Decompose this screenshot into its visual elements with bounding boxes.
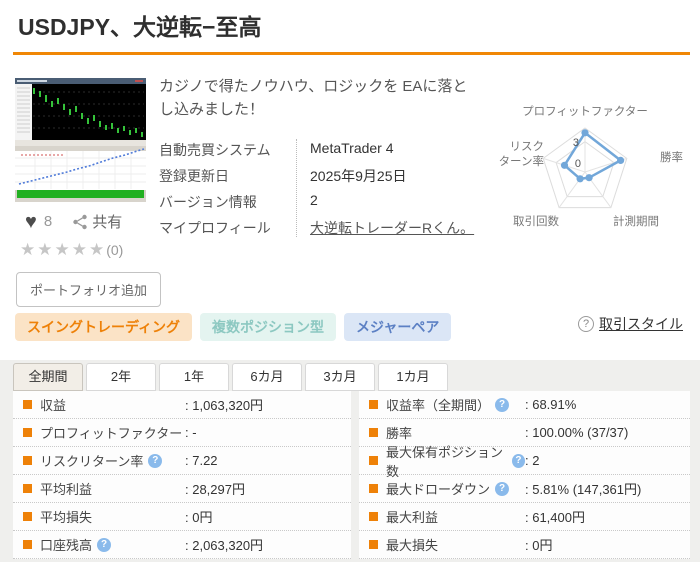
period-tabs: 全期間 2年 1年 6カ月 3カ月 1カ月 (13, 363, 451, 391)
tab-1year[interactable]: 1年 (159, 363, 229, 391)
stats-column-left: 収益 : 1,063,320円 プロフィットファクター : - リスクリターン率… (13, 391, 351, 559)
radar-scale-grid-label: 3 (573, 137, 579, 149)
stats-column-right: 収益率（全期間） ? : 68.91% 勝率 : 100.00% (37/37)… (359, 391, 690, 559)
rating-row: ★★★★★ (0) (20, 240, 123, 260)
tab-3months[interactable]: 3カ月 (305, 363, 375, 391)
tab-1month[interactable]: 1カ月 (378, 363, 448, 391)
bullet-icon (369, 400, 378, 409)
detail-row: 登録更新日 2025年9月25日 (159, 162, 494, 188)
tab-2years[interactable]: 2年 (86, 363, 156, 391)
tag-chip-2[interactable]: メジャーペア (344, 313, 452, 341)
bullet-icon (23, 456, 32, 465)
share-label: 共有 (92, 214, 123, 231)
radar-data-point (560, 161, 569, 169)
profile-link[interactable]: 大逆転トレーダーRくん。 (310, 214, 480, 238)
radar-axis-label-bottom-left: 取引回数 (513, 214, 559, 228)
trade-style-group: ? 取引スタイル (578, 314, 683, 334)
product-page: USDJPY、大逆転−至高 ♥ 8 共有 ★★★★★ (0) ポートフォリオ追加… (0, 0, 700, 562)
bullet-icon (23, 540, 32, 549)
tags-row: スイングトレーディング 複数ポジション型 メジャーペア ? 取引スタイル (15, 313, 690, 343)
radar-scale-center-label: 0 (575, 158, 581, 170)
bullet-icon (23, 428, 32, 437)
review-count: (0) (106, 242, 124, 258)
detail-row: マイプロフィール 大逆転トレーダーRくん。 (159, 214, 494, 240)
title-divider (13, 52, 690, 55)
detail-row: バージョン情報 2 (159, 188, 494, 214)
stat-row-max-drawdown: 最大ドローダウン ? : 5.81% (147,361円) (359, 475, 690, 503)
tab-all-period[interactable]: 全期間 (13, 363, 83, 391)
star-rating[interactable]: ★★★★★ (20, 240, 106, 260)
detail-value: 2025年9月25日 (310, 168, 407, 184)
bullet-icon (23, 512, 32, 521)
detail-label: マイプロフィール (159, 220, 271, 236)
stat-row-return-rate: 収益率（全期間） ? : 68.91% (359, 391, 690, 419)
tag-chip-0[interactable]: スイングトレーディング (15, 313, 193, 341)
detail-value: 2 (310, 192, 318, 208)
radar-axis-label-left-line1: リスク (510, 140, 545, 153)
radar-data-point (581, 129, 589, 137)
detail-label: 登録更新日 (159, 168, 229, 184)
bullet-icon (369, 512, 378, 521)
radar-axis-label-left-line2: ターン率 (499, 154, 544, 168)
candlestick-chart (32, 84, 146, 140)
margin-bar (17, 190, 144, 198)
trade-style-link[interactable]: 取引スタイル (599, 314, 683, 334)
radar-chart: プロフィットファクター 勝率 計測期間 取引回数 リスク ターン率 3 0 (478, 100, 696, 240)
radar-axis-label-right: 勝率 (660, 150, 683, 164)
bullet-icon (369, 428, 378, 437)
share-button[interactable]: 共有 (72, 211, 122, 232)
stat-row-profit: 収益 : 1,063,320円 (13, 391, 351, 419)
like-share-row: ♥ 8 共有 (25, 211, 122, 232)
help-icon[interactable]: ? (97, 537, 112, 552)
stat-row-balance: 口座残高 ? : 2,063,320円 (13, 531, 351, 559)
radar-axis-label-top: プロフィットファクター (522, 105, 648, 118)
radar-data-point (617, 156, 625, 164)
stat-row-max-loss: 最大損失 : 0円 (359, 531, 690, 559)
stat-row-max-positions: 最大保有ポジション数 ? : 2 (359, 445, 690, 479)
detail-label: バージョン情報 (159, 194, 257, 210)
bullet-icon (369, 484, 378, 493)
like-heart-icon[interactable]: ♥ (25, 212, 37, 232)
bullet-icon (369, 540, 378, 549)
details-divider (296, 139, 297, 237)
radar-data-point (576, 175, 584, 183)
help-icon[interactable]: ? (495, 397, 510, 412)
radar-axis-label-bottom-right: 計測期間 (613, 214, 659, 228)
detail-row: 自動売買システム MetaTrader 4 (159, 136, 494, 162)
bullet-icon (369, 456, 378, 465)
page-title: USDJPY、大逆転−至高 (18, 14, 262, 40)
trade-style-help-icon[interactable]: ? (578, 316, 594, 332)
help-icon[interactable]: ? (511, 453, 525, 468)
radar-data-point (585, 174, 593, 182)
bullet-icon (23, 400, 32, 409)
help-icon[interactable]: ? (495, 481, 510, 496)
product-description: カジノで得たノウハウ、ロジックを EAに落とし込みました！ (159, 78, 468, 118)
stat-row-avg-loss: 平均損失 : 0円 (13, 503, 351, 531)
stat-row-avg-profit: 平均利益 : 28,297円 (13, 475, 351, 503)
stat-row-profit-factor: プロフィットファクター : - (13, 419, 351, 447)
bullet-icon (23, 484, 32, 493)
product-thumbnail-image[interactable] (15, 78, 146, 202)
product-details-table: 自動売買システム MetaTrader 4 登録更新日 2025年9月25日 バ… (159, 136, 494, 240)
stat-row-max-profit: 最大利益 : 61,400円 (359, 503, 690, 531)
detail-value: MetaTrader 4 (310, 140, 394, 156)
stat-row-risk-return: リスクリターン率 ? : 7.22 (13, 447, 351, 475)
like-count: 8 (43, 213, 53, 230)
help-icon[interactable]: ? (148, 453, 163, 468)
stats-panel: 全期間 2年 1年 6カ月 3カ月 1カ月 収益 : 1,063,320円 プロ… (0, 360, 700, 562)
tab-6months[interactable]: 6カ月 (232, 363, 302, 391)
share-icon (73, 214, 87, 229)
detail-label: 自動売買システム (159, 142, 271, 158)
tag-chip-1[interactable]: 複数ポジション型 (200, 313, 337, 341)
add-portfolio-button[interactable]: ポートフォリオ追加 (16, 272, 162, 307)
